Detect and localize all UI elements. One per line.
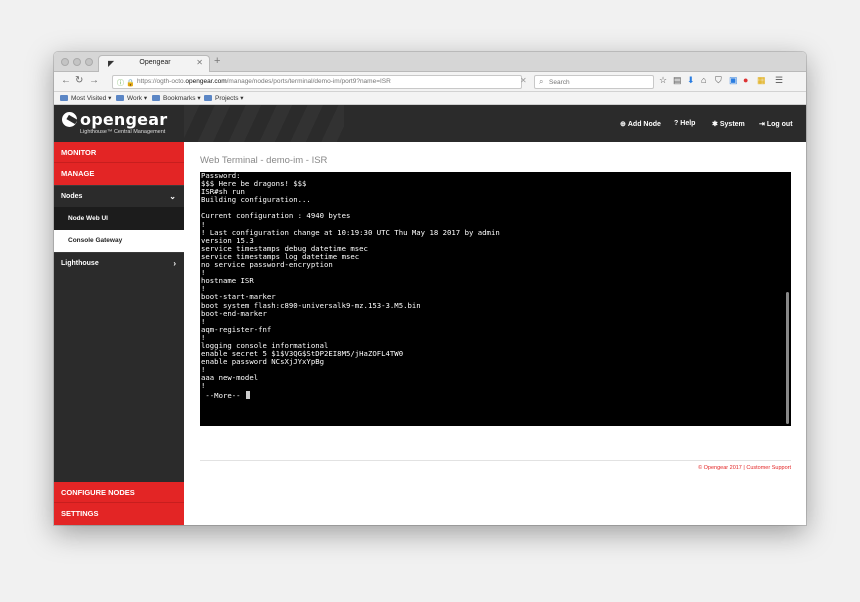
- terminal-line: aaa new-model: [201, 373, 259, 383]
- logout-icon: ⇥: [759, 121, 765, 128]
- footer-divider: [200, 460, 791, 461]
- search-bar[interactable]: ⌕: [534, 75, 654, 89]
- bookmark-star-icon[interactable]: ☆: [659, 75, 667, 86]
- folder-icon: [152, 95, 160, 101]
- tab-title: Opengear: [139, 59, 171, 66]
- terminal-cursor: [245, 390, 250, 399]
- chevron-right-icon: ›: [173, 259, 176, 268]
- browser-tabstrip: ◤ Opengear ✕ +: [54, 52, 806, 72]
- url-text[interactable]: https://ogth-octo.opengear.com/manage/no…: [137, 78, 391, 85]
- help-button[interactable]: ? Help: [674, 120, 695, 127]
- forward-icon[interactable]: →: [89, 75, 99, 86]
- logo-tagline: Lighthouse™ Central Management: [80, 129, 166, 135]
- terminal-line: $$$ Here be dragons! $$$: [201, 179, 307, 189]
- browser-tab[interactable]: ◤ Opengear ✕: [98, 55, 210, 72]
- folder-icon: [60, 95, 68, 101]
- extension-icon[interactable]: ●: [743, 75, 748, 85]
- terminal-line: ! Last configuration change at 10:19:30 …: [201, 227, 500, 237]
- close-window-button[interactable]: [61, 58, 69, 66]
- search-input[interactable]: [549, 77, 649, 88]
- search-icon: ⌕: [539, 77, 544, 86]
- web-terminal[interactable]: Password: $$$ Here be dragons! $$$ ISR#sh …: [200, 172, 791, 426]
- bookmark-bookmarks[interactable]: Bookmarks ▾: [152, 94, 201, 102]
- sidebar-item-manage[interactable]: MANAGE: [54, 163, 184, 185]
- logout-button[interactable]: ⇥ Log out: [759, 120, 793, 128]
- terminal-line: boot-end-marker: [201, 308, 267, 318]
- question-icon: ?: [674, 120, 679, 127]
- plus-circle-icon: ⊕: [620, 121, 626, 128]
- terminal-line: !: [201, 284, 206, 294]
- sidebar-item-configure-nodes[interactable]: CONFIGURE NODES: [54, 482, 184, 503]
- sidebar-item-settings[interactable]: SETTINGS: [54, 503, 184, 525]
- terminal-more-prompt: --More--: [201, 390, 780, 400]
- system-button[interactable]: ✱ System: [712, 120, 745, 128]
- browser-navbar: ← ↻ → ⓘ 🔒 https://ogth-octo.opengear.com…: [54, 72, 806, 92]
- url-bar[interactable]: ⓘ 🔒 https://ogth-octo.opengear.com/manag…: [112, 75, 522, 89]
- terminal-line: !: [201, 365, 206, 375]
- terminal-line: Building configuration...: [201, 195, 311, 205]
- sidebar: MONITOR MANAGE Nodes ⌄ Node Web UI Conso…: [54, 142, 184, 525]
- close-tab-icon[interactable]: ✕: [196, 58, 203, 67]
- gear-icon: ✱: [712, 121, 718, 128]
- sidebar-item-lighthouse[interactable]: Lighthouse ›: [54, 252, 184, 274]
- app-header: opengear Lighthouse™ Central Management …: [54, 105, 806, 142]
- terminal-line: enable password NCsXjJYxYpBg: [201, 357, 325, 367]
- folder-icon: [204, 95, 212, 101]
- page-title: Web Terminal - demo-im - ISR: [200, 155, 328, 166]
- bookmark-work[interactable]: Work ▾: [116, 94, 147, 102]
- clear-url-icon[interactable]: ✕: [520, 76, 527, 85]
- terminal-line: !: [201, 316, 206, 326]
- new-tab-icon[interactable]: +: [214, 55, 220, 67]
- header-decoration: [184, 105, 344, 142]
- footer-text[interactable]: © Opengear 2017 | Customer Support: [698, 465, 791, 471]
- terminal-line: aqm-register-fnf: [201, 324, 272, 334]
- opengear-logo-icon: [62, 112, 77, 127]
- add-node-button[interactable]: ⊕ Add Node: [620, 120, 661, 128]
- bookmarks-bar: Most Visited ▾ Work ▾ Bookmarks ▾ Projec…: [54, 92, 806, 105]
- terminal-scrollbar[interactable]: [786, 292, 789, 424]
- terminal-output: Password: $$$ Here be dragons! $$$ ISR#sh …: [200, 172, 780, 400]
- bookmark-most-visited[interactable]: Most Visited ▾: [60, 94, 111, 102]
- folder-icon: [116, 95, 124, 101]
- sidebar-item-label: Lighthouse: [61, 260, 99, 267]
- sidebar-item-node-web-ui[interactable]: Node Web UI: [54, 207, 184, 230]
- bookmark-projects[interactable]: Projects ▾: [204, 94, 244, 102]
- home-icon[interactable]: ⌂: [701, 75, 706, 85]
- reading-list-icon[interactable]: ▤: [673, 75, 682, 86]
- logo-text: opengear: [80, 110, 168, 129]
- zoom-window-button[interactable]: [85, 58, 93, 66]
- back-icon[interactable]: ←: [61, 75, 71, 86]
- downloads-icon[interactable]: ⬇: [687, 75, 695, 86]
- sidebar-item-nodes[interactable]: Nodes ⌄: [54, 185, 184, 207]
- terminal-line: boot system flash:c890-universalk9-mz.15…: [201, 300, 421, 310]
- terminal-line: !: [201, 268, 206, 278]
- main-content: Web Terminal - demo-im - ISR Password: $$…: [184, 142, 806, 525]
- menu-icon[interactable]: ☰: [775, 75, 783, 86]
- terminal-line: no service password-encryption: [201, 260, 333, 270]
- terminal-line: Current configuration : 4940 bytes: [201, 211, 351, 221]
- browser-window: ◤ Opengear ✕ + ← ↻ → ⓘ 🔒 https://ogth-oc…: [54, 52, 806, 525]
- terminal-line: hostname ISR: [201, 276, 254, 286]
- minimize-window-button[interactable]: [73, 58, 81, 66]
- terminal-line: !: [201, 381, 206, 391]
- sidebar-item-console-gateway[interactable]: Console Gateway: [54, 230, 184, 252]
- sidebar-item-label: Nodes: [61, 193, 83, 200]
- lock-extension-icon[interactable]: ▣: [729, 75, 738, 86]
- pocket-icon[interactable]: ⛉: [715, 75, 722, 86]
- reload-icon[interactable]: ↻: [75, 75, 83, 86]
- chevron-down-icon: ⌄: [169, 192, 176, 201]
- notes-extension-icon[interactable]: ▦: [757, 75, 766, 86]
- secure-lock-icon: ⓘ 🔒: [117, 80, 135, 87]
- sidebar-item-monitor[interactable]: MONITOR: [54, 142, 184, 163]
